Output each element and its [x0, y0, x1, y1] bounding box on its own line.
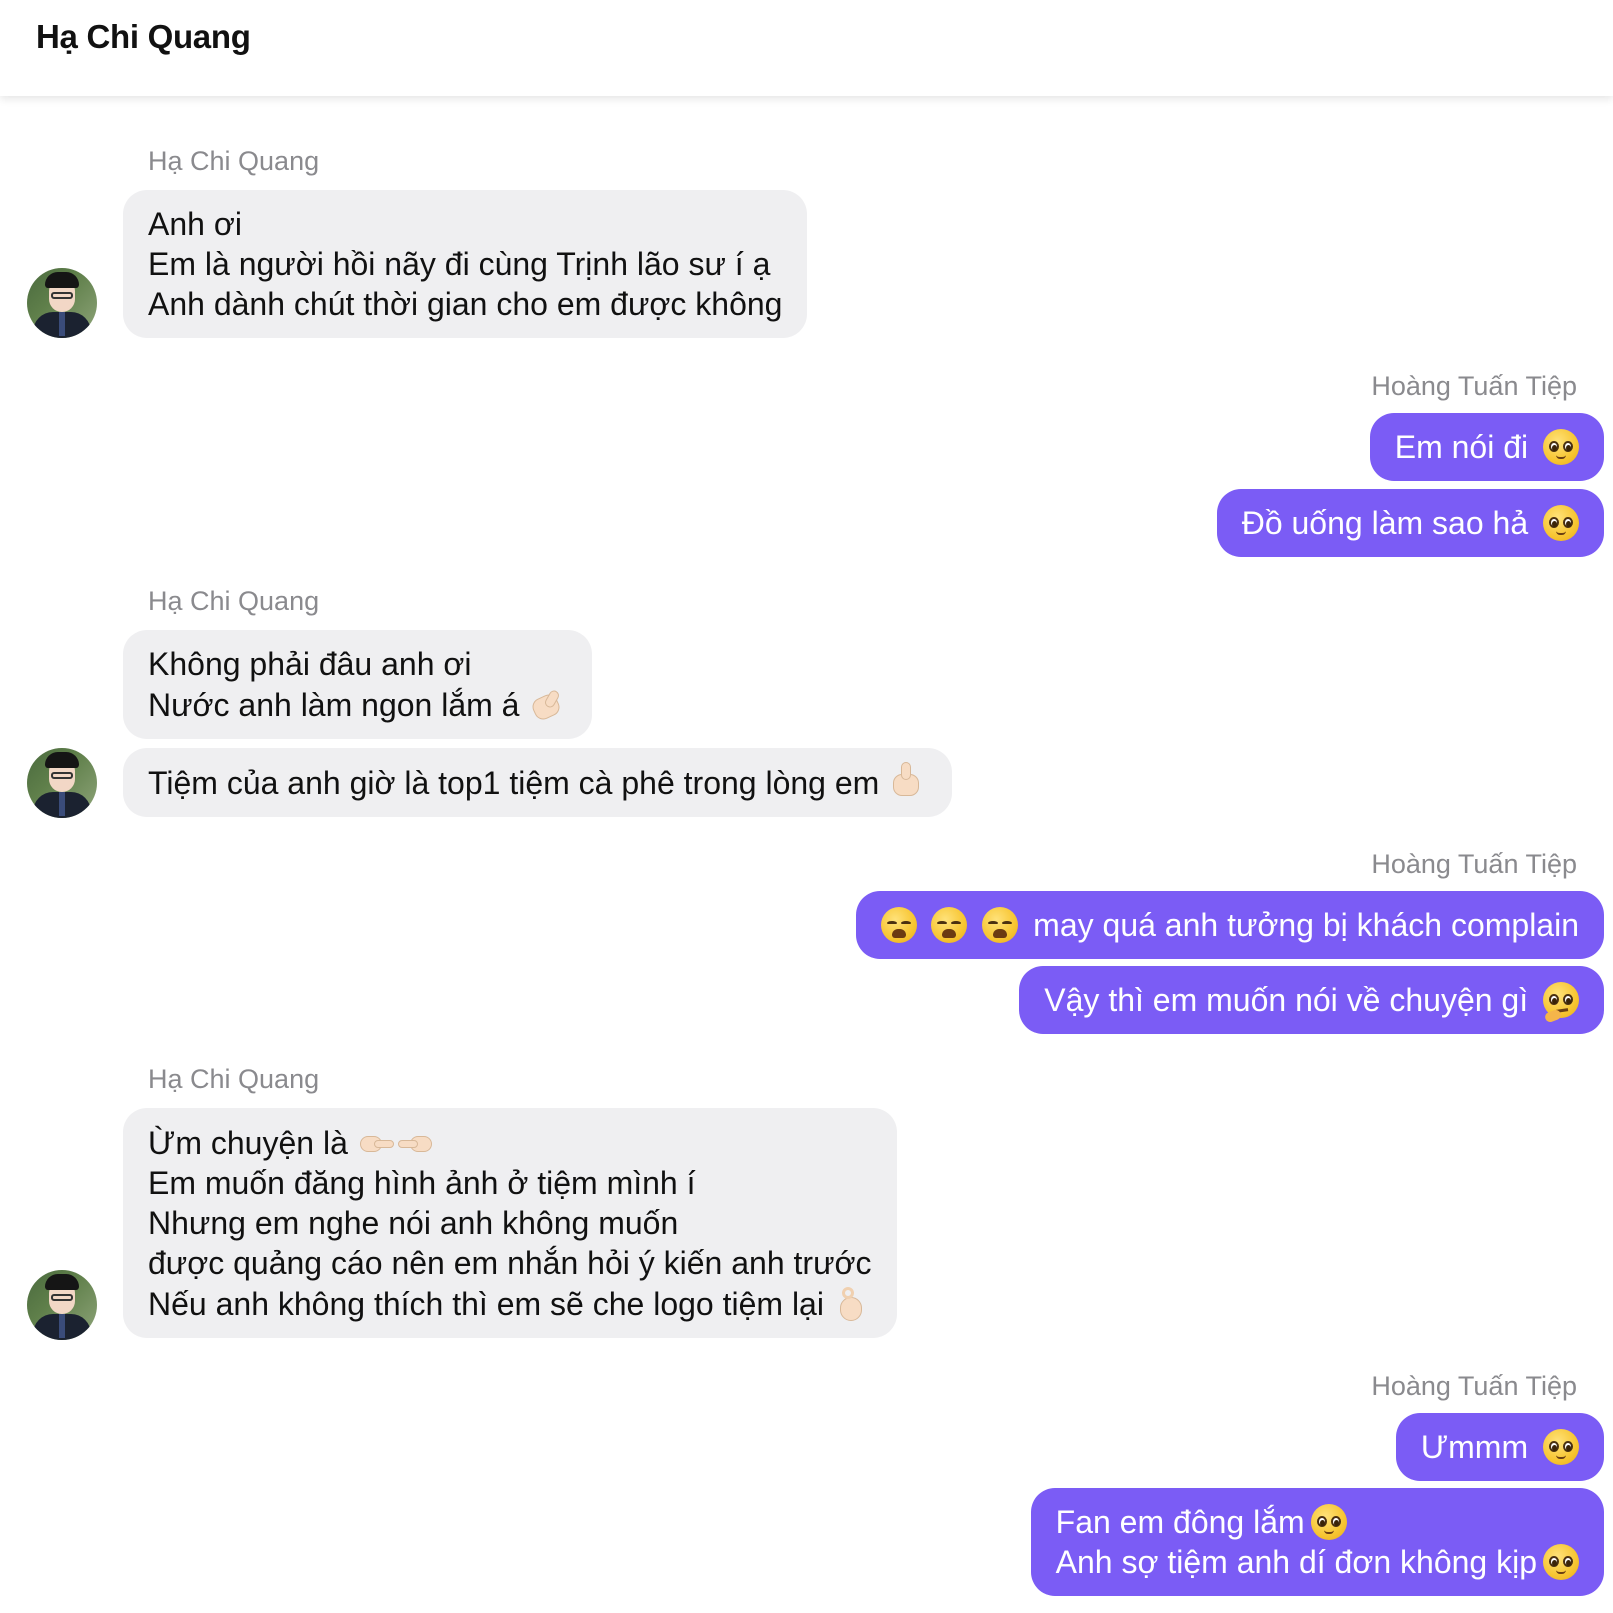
chat-title: Hạ Chi Quang	[36, 18, 251, 55]
message-text: Em nói đi	[1394, 429, 1529, 465]
ok-hand-icon	[832, 1283, 872, 1323]
message-text: Anh dành chút thời gian cho em được khôn…	[148, 286, 783, 322]
pleading-face-icon	[1543, 1544, 1579, 1580]
pleading-face-icon	[1543, 1429, 1579, 1465]
message-text: Em muốn đăng hình ảnh ở tiệm mình í	[148, 1165, 696, 1201]
message-text: may quá anh tưởng bị khách complain	[1033, 907, 1579, 943]
message-bubble-incoming[interactable]: Tiệm của anh giờ là top1 tiệm cà phê tro…	[123, 748, 953, 817]
message-text: Vậy thì em muốn nói về chuyện gì	[1044, 982, 1529, 1018]
message-text: Anh sợ tiệm anh dí đơn không kịp	[1055, 1544, 1537, 1580]
message-bubble-incoming[interactable]: Anh ơi Em là người hồi nãy đi cùng Trịnh…	[123, 190, 808, 338]
thinking-face-icon	[1543, 982, 1579, 1024]
message-bubble-outgoing[interactable]: Đồ uống làm sao hả	[1216, 489, 1604, 557]
message-bubble-outgoing[interactable]: Ưmmm	[1395, 1413, 1604, 1481]
message-bubble-incoming[interactable]: Không phải đâu anh ơi Nước anh làm ngon …	[123, 630, 593, 739]
message-text: Tiệm của anh giờ là top1 tiệm cà phê tro…	[148, 765, 880, 801]
clapping-hands-icon	[527, 684, 567, 724]
sender-name: Hạ Chi Quang	[148, 146, 320, 176]
chat-header: Hạ Chi Quang	[0, 0, 1613, 96]
message-text: Nhưng em nghe nói anh không muốn	[148, 1205, 679, 1241]
sender-name: Hoàng Tuấn Tiệp	[1371, 849, 1577, 879]
weary-face-icon	[931, 907, 968, 943]
message-bubble-outgoing[interactable]: Vậy thì em muốn nói về chuyện gì	[1019, 966, 1604, 1034]
weary-face-icon	[982, 907, 1019, 943]
sender-name: Hạ Chi Quang	[148, 1064, 320, 1094]
message-text: Nước anh làm ngon lắm á	[148, 687, 520, 723]
message-text: Fan em đông lắm	[1055, 1504, 1305, 1540]
avatar[interactable]	[27, 1270, 97, 1340]
pleading-face-icon	[1543, 429, 1579, 465]
sender-name: Hạ Chi Quang	[148, 586, 320, 616]
pointing-finger-icon	[397, 1122, 436, 1162]
weary-face-icon	[880, 907, 917, 943]
message-bubble-outgoing[interactable]: Em nói đi	[1369, 413, 1604, 481]
pleading-face-icon	[1543, 505, 1579, 541]
message-text: Không phải đâu anh ơi	[148, 646, 472, 682]
message-text: Nếu anh không thích thì em sẽ che logo t…	[148, 1286, 824, 1322]
message-text: được quảng cáo nên em nhắn hỏi ý kiến an…	[148, 1245, 872, 1281]
message-text: Ưmmm	[1420, 1429, 1529, 1465]
message-bubble-outgoing[interactable]: may quá anh tưởng bị khách complain	[855, 891, 1604, 959]
message-text: Ừm chuyện là	[148, 1125, 348, 1161]
message-text: Đồ uống làm sao hả	[1241, 505, 1529, 541]
message-bubble-outgoing[interactable]: Fan em đông lắm Anh sợ tiệm anh dí đơn k…	[1030, 1488, 1604, 1596]
avatar[interactable]	[27, 748, 97, 818]
message-text: Anh ơi	[148, 206, 242, 242]
message-bubble-incoming[interactable]: Ừm chuyện là Em muốn đăng hình ảnh ở tiệ…	[123, 1108, 897, 1338]
avatar[interactable]	[27, 268, 97, 338]
sender-name: Hoàng Tuấn Tiệp	[1371, 371, 1577, 401]
pointing-finger-icon	[356, 1122, 394, 1162]
pleading-face-icon	[1310, 1504, 1347, 1540]
message-text: Em là người hồi nãy đi cùng Trịnh lão sư…	[148, 246, 771, 282]
sender-name: Hoàng Tuấn Tiệp	[1371, 1371, 1577, 1401]
message-list[interactable]: Hạ Chi Quang Anh ơi Em là người hồi nãy …	[0, 0, 1613, 1613]
thumbs-up-icon	[887, 762, 927, 802]
